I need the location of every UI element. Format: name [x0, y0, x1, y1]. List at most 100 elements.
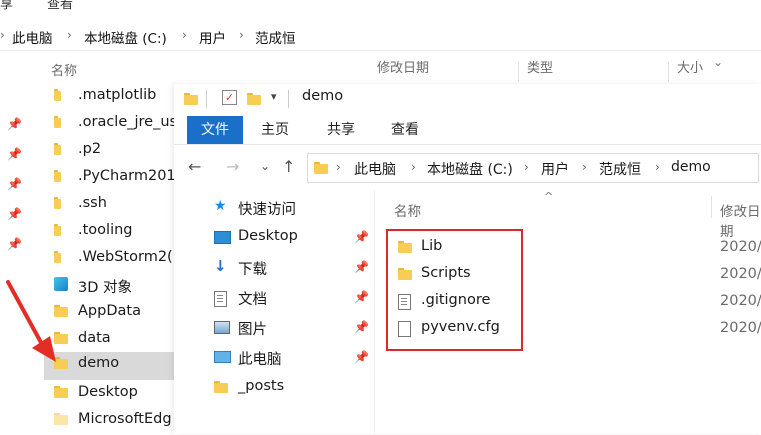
folder-icon — [54, 143, 68, 155]
column-divider — [518, 62, 519, 82]
chevron-down-icon[interactable]: ⌄ — [713, 55, 723, 69]
tab-home[interactable]: 主页 — [250, 116, 300, 144]
chevron-down-icon[interactable]: ▾ — [271, 90, 277, 103]
column-header-size[interactable]: 大小 — [677, 57, 703, 81]
column-header-name[interactable]: 名称 — [51, 60, 77, 84]
ribbon-tab-view-partial[interactable]: 查看 — [47, 0, 73, 12]
folder-icon — [54, 170, 68, 182]
breadcrumb-user-folder[interactable]: 范成恒 — [599, 159, 641, 179]
file-date: 2020/ — [720, 293, 761, 309]
file-date: 2020/ — [720, 266, 761, 282]
column-header-name[interactable]: 名称 — [394, 200, 421, 220]
list-item[interactable]: .WebStorm2( — [44, 246, 174, 273]
sort-ascending-icon: ^ — [544, 190, 554, 203]
document-icon — [214, 291, 227, 307]
file-date: 2020/ — [720, 320, 761, 336]
column-header-date[interactable]: 修改日期 — [377, 57, 429, 81]
background-ribbon: 享 查看 — [0, 0, 761, 16]
folder-icon — [54, 197, 68, 209]
pin-icon[interactable]: 📌 — [7, 237, 22, 251]
list-item[interactable]: Desktop — [44, 381, 174, 408]
pin-icon[interactable]: 📌 — [354, 230, 369, 244]
folder-icon — [54, 386, 68, 398]
tab-file[interactable]: 文件 — [187, 116, 243, 144]
pin-icon[interactable]: 📌 — [354, 320, 369, 334]
download-icon: ↓ — [214, 257, 227, 275]
pin-icon[interactable]: 📌 — [7, 207, 22, 221]
breadcrumb-local-disk[interactable]: 本地磁盘 (C:) — [427, 159, 513, 179]
chevron-right-icon: › — [239, 28, 244, 42]
highlight-annotation-box — [386, 229, 523, 351]
title-bar: ✓ ▾ demo — [174, 84, 761, 116]
list-item-label: .PyCharm201 — [78, 168, 176, 184]
chevron-right-icon: › — [582, 160, 587, 174]
tree-item-pictures[interactable]: 图片 📌 — [204, 314, 374, 342]
pin-icon[interactable]: 📌 — [7, 147, 22, 161]
back-arrow-icon[interactable]: ← — [188, 157, 201, 176]
tree-item-posts[interactable]: _posts — [204, 374, 374, 402]
tree-item-downloads[interactable]: ↓ 下载 📌 — [204, 254, 374, 282]
list-item[interactable]: .ssh — [44, 192, 174, 219]
pin-icon[interactable]: 📌 — [354, 290, 369, 304]
list-item[interactable]: .oracle_jre_us — [44, 111, 177, 138]
tree-item-label: Desktop — [238, 228, 298, 244]
column-header-date[interactable]: 修改日期 — [720, 200, 761, 240]
chevron-right-icon: › — [67, 28, 72, 42]
column-header-type[interactable]: 类型 — [527, 57, 553, 81]
list-item-label: AppData — [78, 303, 141, 319]
pin-icon[interactable]: 📌 — [7, 117, 22, 131]
tree-item-label: 图片 — [238, 322, 267, 338]
chevron-right-icon: › — [182, 28, 187, 42]
list-item-label: demo — [78, 355, 120, 371]
breadcrumb-this-pc[interactable]: 此电脑 — [12, 27, 53, 47]
star-icon: ★ — [214, 198, 227, 214]
tree-item-documents[interactable]: 文档 📌 — [204, 284, 374, 312]
breadcrumb-user-folder[interactable]: 范成恒 — [255, 27, 296, 47]
window-title: demo — [302, 88, 344, 104]
pin-icon[interactable]: 📌 — [354, 260, 369, 274]
up-arrow-icon[interactable]: ↑ — [282, 157, 295, 176]
file-date: 2020/ — [720, 239, 761, 255]
list-item[interactable]: MicrosoftEdg — [44, 408, 174, 435]
tree-item-desktop[interactable]: Desktop 📌 — [204, 224, 374, 252]
folder-icon — [54, 224, 68, 236]
tree-item-quick-access[interactable]: ★ 快速访问 — [204, 194, 374, 222]
tree-item-this-pc[interactable]: 此电脑 📌 — [204, 344, 374, 372]
forward-arrow-icon[interactable]: → — [226, 157, 239, 176]
tab-share[interactable]: 共享 — [316, 116, 366, 144]
list-item-label: Desktop — [78, 384, 138, 400]
recent-locations-chevron-icon[interactable]: ⌄ — [260, 159, 270, 173]
list-item-label: data — [78, 330, 111, 346]
picture-icon — [214, 321, 230, 334]
breadcrumb-local-disk[interactable]: 本地磁盘 (C:) — [84, 27, 167, 47]
tree-item-label: 快速访问 — [238, 202, 296, 218]
breadcrumb-users[interactable]: 用户 — [541, 159, 569, 179]
computer-icon — [214, 351, 231, 363]
pin-icon[interactable]: 📌 — [7, 177, 22, 191]
ribbon-tabs: 文件 主页 共享 查看 — [174, 116, 761, 145]
properties-icon[interactable]: ✓ — [222, 90, 237, 105]
folder-icon — [54, 116, 68, 128]
breadcrumb-this-pc[interactable]: 此电脑 — [354, 159, 396, 179]
ribbon-tab-share-partial[interactable]: 享 — [0, 0, 13, 12]
folder-icon — [54, 413, 68, 425]
navigation-pane: ★ 快速访问 Desktop 📌 ↓ 下载 📌 文档 📌 图片 📌 此电脑 📌 — [174, 190, 374, 434]
tree-item-label: 文档 — [238, 292, 267, 308]
tab-view[interactable]: 查看 — [380, 116, 430, 144]
breadcrumb-demo[interactable]: demo — [671, 159, 711, 175]
folder-icon — [54, 89, 68, 101]
address-bar[interactable]: › 此电脑 › 本地磁盘 (C:) › 用户 › 范成恒 › demo — [307, 153, 759, 183]
list-item[interactable]: .matplotlib — [44, 84, 174, 111]
divider — [374, 190, 375, 434]
list-item[interactable]: .p2 — [44, 138, 174, 165]
list-item-label: .p2 — [78, 141, 102, 157]
chevron-right-icon: › — [411, 160, 416, 174]
chevron-right-icon: › — [336, 160, 341, 174]
list-item[interactable]: .tooling — [44, 219, 174, 246]
column-divider — [668, 62, 669, 82]
pin-icon[interactable]: 📌 — [354, 350, 369, 364]
background-address-bar[interactable]: › 此电脑 › 本地磁盘 (C:) › 用户 › 范成恒 — [0, 20, 761, 52]
breadcrumb-users[interactable]: 用户 — [199, 27, 226, 47]
list-item[interactable]: .PyCharm201 — [44, 165, 176, 192]
chevron-right-icon: › — [655, 160, 660, 174]
